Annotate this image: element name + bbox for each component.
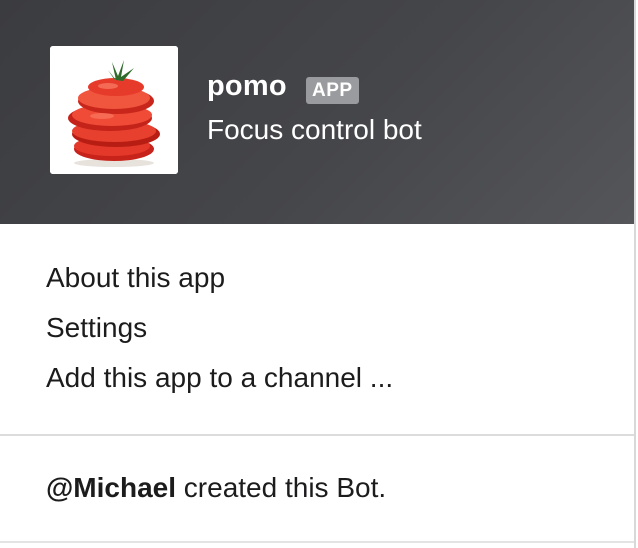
app-profile-card: pomo APP Focus control bot About this ap… — [0, 0, 636, 548]
creator-mention[interactable]: @Michael — [46, 472, 176, 503]
menu-item-settings[interactable]: Settings — [46, 312, 147, 344]
app-header: pomo APP Focus control bot — [0, 0, 634, 224]
app-description: Focus control bot — [207, 114, 422, 145]
bottom-divider — [0, 541, 634, 543]
app-avatar[interactable] — [50, 46, 178, 174]
creator-note: @Michael created this Bot. — [46, 472, 386, 504]
creator-note-text: created this Bot. — [176, 472, 387, 503]
app-name[interactable]: pomo — [207, 70, 287, 103]
menu-item-about-app[interactable]: About this app — [46, 262, 225, 294]
app-badge: APP — [306, 77, 359, 104]
divider — [0, 434, 634, 436]
tomato-icon — [50, 46, 178, 174]
menu-item-add-to-channel[interactable]: Add this app to a channel ... — [46, 362, 393, 394]
